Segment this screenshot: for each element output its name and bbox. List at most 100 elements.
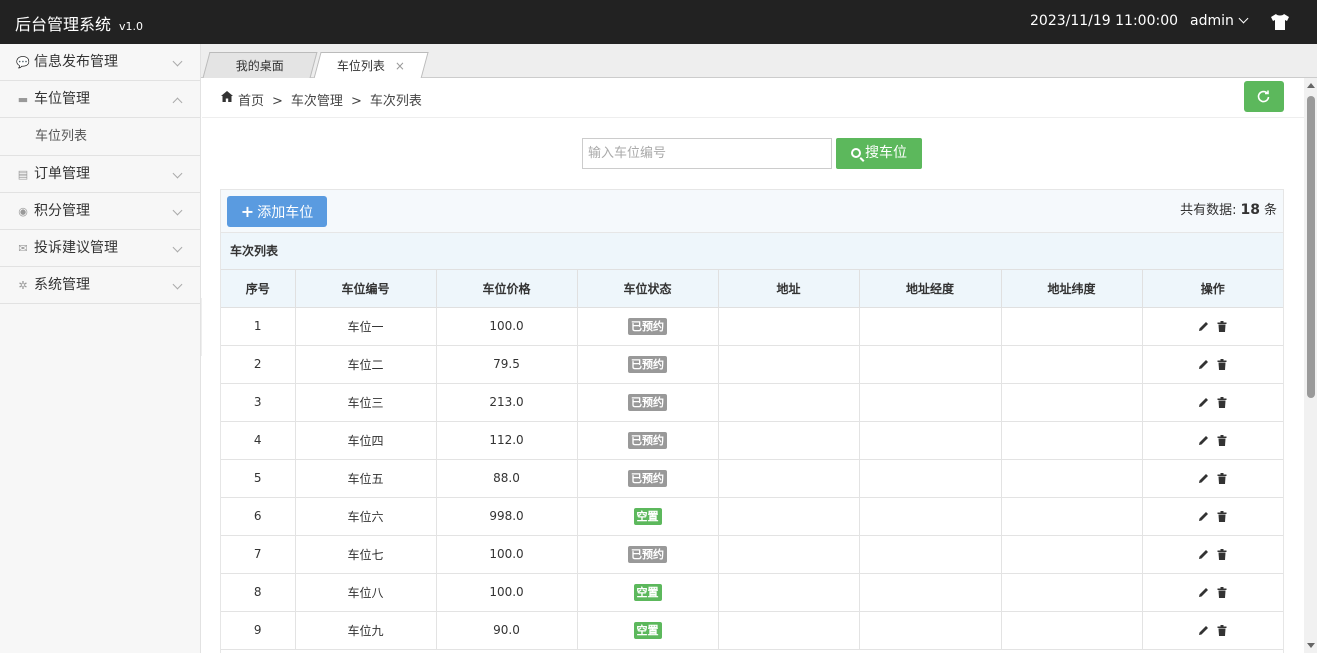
search-button[interactable]: 搜车位 (836, 138, 922, 169)
table-cell-price: 998.0 (435, 496, 578, 536)
close-icon[interactable]: × (395, 59, 405, 73)
sidebar-item-label: 系统管理 (34, 277, 90, 293)
sidebar-item-label: 投诉建议管理 (34, 240, 118, 256)
sidebar-item[interactable]: ✲ 系统管理 (0, 267, 200, 304)
edit-icon[interactable] (1198, 321, 1209, 332)
chevron-up-icon (172, 97, 183, 108)
chevron-down-icon (172, 205, 183, 216)
table-cell-no: 6 (221, 496, 296, 536)
table-cell-status: 已预约 (576, 420, 719, 460)
edit-icon[interactable] (1198, 625, 1209, 636)
sidebar-item[interactable]: ▤ 订单管理 (0, 156, 200, 193)
delete-icon[interactable] (1217, 435, 1227, 446)
sidebar-item-label: 信息发布管理 (34, 54, 118, 70)
table-cell-address (717, 534, 860, 574)
delete-icon[interactable] (1217, 587, 1227, 598)
delete-icon[interactable] (1217, 397, 1227, 408)
table-cell-code: 车位七 (294, 534, 437, 574)
table-cell-actions (1141, 420, 1283, 460)
sidebar-item[interactable]: ▬ 车位管理 (0, 81, 200, 118)
table-cell-address (717, 420, 860, 460)
record-count-prefix: 共有数据: (1180, 203, 1237, 218)
table-cell-lat (1000, 610, 1143, 650)
status-badge: 已预约 (628, 317, 667, 335)
table-cell-code: 车位三 (294, 382, 437, 422)
table-cell-price: 90.0 (435, 610, 578, 650)
table-cell-code: 车位四 (294, 420, 437, 460)
tab-desktop-label: 我的桌面 (235, 59, 284, 73)
delete-icon[interactable] (1217, 511, 1227, 522)
tab-desktop[interactable]: 我的桌面 (202, 52, 318, 78)
edit-icon[interactable] (1198, 435, 1209, 446)
edit-icon[interactable] (1198, 359, 1209, 370)
column-header: 序号 (221, 270, 296, 308)
delete-icon[interactable] (1217, 549, 1227, 560)
table-cell-actions (1141, 382, 1283, 422)
edit-icon[interactable] (1198, 473, 1209, 484)
main-content: 首页>车次管理>车次列表 搜车位 +添加车位 共有数据:18条 车次列表 (202, 78, 1304, 653)
table-cell-lat (1000, 534, 1143, 574)
column-header: 操作 (1141, 270, 1283, 308)
breadcrumb-section[interactable]: 车次管理 (291, 94, 343, 109)
status-badge: 已预约 (628, 545, 667, 563)
tshirt-icon[interactable] (1270, 13, 1290, 31)
table-row: 1 车位一 100.0 已预约 (221, 306, 1283, 346)
table-cell-price: 213.0 (435, 382, 578, 422)
sidebar-item[interactable]: ✉ 投诉建议管理 (0, 230, 200, 267)
table-cell-address (717, 344, 860, 384)
delete-icon[interactable] (1217, 321, 1227, 332)
scroll-down-arrow[interactable] (1307, 643, 1315, 648)
table-cell-status: 已预约 (576, 458, 719, 498)
sidebar-item-label: 车位管理 (34, 91, 90, 107)
table-row: 3 车位三 213.0 已预约 (221, 382, 1283, 422)
scroll-up-arrow[interactable] (1307, 83, 1315, 88)
edit-icon[interactable] (1198, 511, 1209, 522)
edit-icon[interactable] (1198, 587, 1209, 598)
edit-icon[interactable] (1198, 549, 1209, 560)
breadcrumb-separator: > (350, 94, 362, 109)
page-scrollbar[interactable] (1304, 78, 1317, 653)
column-header: 车位状态 (576, 270, 719, 308)
sidebar-item[interactable]: ◉ 积分管理 (0, 193, 200, 230)
table-cell-no: 9 (221, 610, 296, 650)
app-title-text: 后台管理系统 (15, 15, 112, 34)
table-cell-no: 1 (221, 306, 296, 346)
breadcrumb-current: 车次列表 (369, 94, 422, 109)
table-cell-actions (1141, 458, 1283, 498)
table-cell-status: 已预约 (576, 534, 719, 574)
column-header: 地址纬度 (1000, 270, 1143, 308)
table-cell-status: 空置 (576, 496, 719, 536)
table-cell-code: 车位五 (294, 458, 437, 498)
refresh-button[interactable] (1244, 81, 1284, 112)
gear-icon: ✲ (18, 279, 28, 292)
comment-icon: 💬 (16, 56, 30, 69)
status-badge: 已预约 (628, 355, 667, 373)
sidebar-item-label: 积分管理 (34, 203, 90, 219)
table-cell-status: 空置 (576, 610, 719, 650)
delete-icon[interactable] (1217, 473, 1227, 484)
tab-parking-list[interactable]: 车位列表 × (313, 52, 429, 79)
refresh-icon (1257, 90, 1270, 103)
edit-icon[interactable] (1198, 397, 1209, 408)
table-cell-lng (858, 610, 1002, 650)
table-cell-status: 已预约 (576, 344, 719, 384)
chevron-down-icon (172, 56, 183, 67)
sidebar-subitem[interactable]: 车位列表 (0, 118, 200, 156)
table-cell-no: 7 (221, 534, 296, 574)
table-header-row: 序号 车位编号 车位价格 车位状态 地址 地址经度 地址纬度 操作 (221, 270, 1283, 308)
table-cell-address (717, 382, 860, 422)
user-menu[interactable]: admin (1190, 13, 1249, 29)
sidebar-item[interactable]: 💬 信息发布管理 (0, 44, 200, 81)
add-parking-button[interactable]: + 添加车位 (227, 196, 327, 227)
breadcrumb-home[interactable]: 首页 (238, 94, 264, 109)
delete-icon[interactable] (1217, 625, 1227, 636)
table-row: 9 车位九 90.0 空置 (221, 610, 1283, 650)
scroll-thumb[interactable] (1307, 96, 1315, 398)
file-icon: ▤ (17, 168, 29, 181)
search-input[interactable] (582, 138, 832, 169)
status-badge: 空置 (633, 583, 662, 601)
table-cell-actions (1141, 534, 1283, 574)
table-cell-actions (1141, 344, 1283, 384)
table-cell-code: 车位六 (294, 496, 437, 536)
delete-icon[interactable] (1217, 359, 1227, 370)
